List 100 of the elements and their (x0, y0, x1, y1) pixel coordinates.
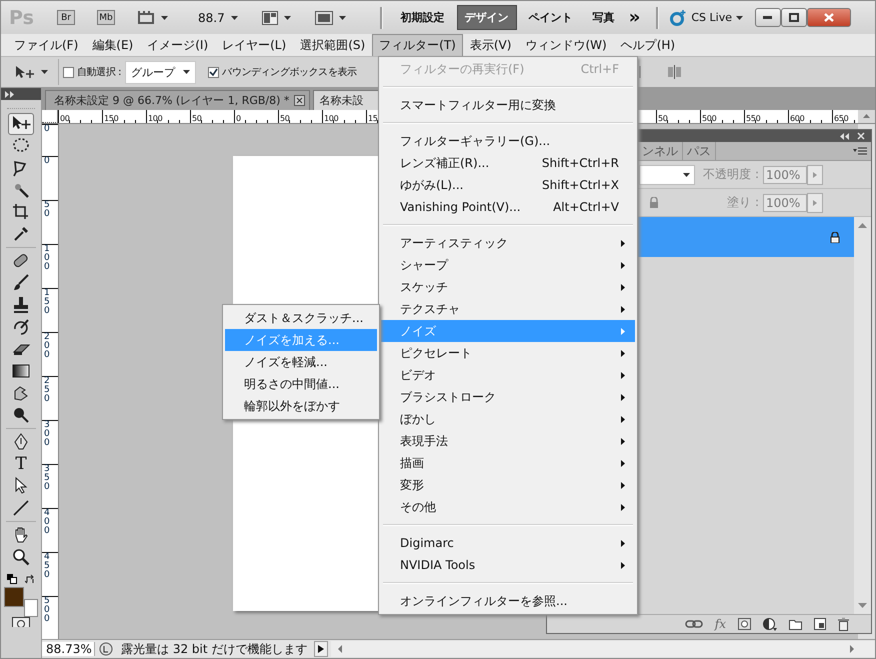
slider-toggle-icon[interactable] (807, 192, 823, 212)
default-colors-icon[interactable] (7, 574, 17, 584)
swap-colors-icon[interactable] (25, 574, 35, 584)
menu-item[interactable]: NVIDIA Tools (381, 554, 635, 576)
menu-item[interactable]: 表示(V) (462, 34, 518, 56)
menu-item[interactable]: ウィンドウ(W) (518, 34, 614, 56)
submenu-arrow-icon (621, 416, 625, 422)
menu-item[interactable]: ゆがみ(L)... Shift+Ctrl+X (381, 174, 635, 196)
status-text: 露光量は 32 bit だけで機能します (120, 640, 308, 658)
panel-menu-icon[interactable] (853, 146, 867, 156)
menu-item[interactable]: レンズ補正(R)... Shift+Ctrl+R (381, 152, 635, 174)
menu-item[interactable]: 表現手法 (381, 430, 635, 452)
menu-item-label: ピクセレート (400, 344, 473, 362)
horizontal-scrollbar[interactable] (331, 641, 875, 657)
close-button[interactable] (806, 8, 851, 27)
close-icon (824, 13, 834, 22)
auto-select-dropdown[interactable]: グループ (125, 60, 196, 84)
menu-item[interactable]: レイヤー(L) (215, 34, 294, 56)
menu-item[interactable]: イメージ(I) (140, 34, 216, 56)
close-icon[interactable] (294, 95, 306, 106)
document-info-icon[interactable] (98, 641, 114, 657)
menu-item[interactable]: ファイル(F) (7, 34, 86, 56)
workspace-button[interactable]: 写真 (584, 5, 623, 30)
quick-mask-icon[interactable] (12, 617, 30, 627)
blend-mode-dropdown[interactable] (639, 164, 695, 184)
cs-live-button[interactable]: CS Live (669, 8, 743, 26)
menu-item[interactable]: ダスト＆スクラッチ... (225, 307, 377, 329)
status-menu-icon[interactable] (314, 641, 328, 657)
tool-button[interactable] (8, 113, 34, 135)
scrollbar[interactable] (854, 217, 871, 614)
menu-item-label: テクスチャ (400, 300, 461, 318)
workspace-button[interactable]: デザイン (456, 5, 517, 30)
minimize-button[interactable] (754, 8, 781, 27)
slider-toggle-icon[interactable] (807, 164, 823, 184)
scroll-down-icon (858, 603, 867, 608)
menu-item[interactable]: Digimarc (381, 532, 635, 554)
menu-item[interactable]: シャープ (381, 254, 635, 276)
scroll-up-icon[interactable] (858, 110, 875, 123)
ruler-label: 100 (44, 245, 50, 272)
menu-item-label: ぼかし (400, 410, 437, 428)
panel-tab[interactable]: パス (683, 142, 716, 160)
menu-item[interactable]: 描画 (381, 452, 635, 474)
more-workspaces-button[interactable]: » (628, 7, 640, 28)
checkbox[interactable] (63, 66, 74, 78)
ruler-label: 15 (367, 114, 378, 123)
menu-item[interactable]: 輪郭以外をぼかす (225, 395, 377, 417)
menu-item[interactable]: フィルター(T) (372, 34, 463, 56)
workspace-button[interactable]: 初期設定 (392, 5, 453, 30)
menu-item[interactable]: ぼかし (381, 408, 635, 430)
menu-item[interactable]: テクスチャ (381, 298, 635, 320)
opacity-field[interactable]: 100% (763, 166, 807, 184)
background-color-swatch[interactable] (24, 599, 38, 617)
ruler-origin[interactable] (42, 110, 58, 123)
menu-item[interactable]: オンラインフィルターを参照... (381, 590, 635, 612)
ruler-label: 100 (323, 114, 338, 123)
brush-icon (11, 273, 31, 293)
ruler-label: 100 (147, 114, 162, 123)
menu-item[interactable]: 選択範囲(S) (293, 34, 372, 56)
type-tool-button[interactable]: T (8, 453, 34, 475)
menu-item[interactable]: その他 (381, 496, 635, 518)
zoom-field[interactable]: 88.73% (42, 642, 95, 656)
new-layer-icon[interactable] (814, 618, 826, 630)
menu-item[interactable]: フィルターギャラリー(G)... (381, 130, 635, 152)
layer-style-button[interactable]: fx (714, 617, 726, 631)
menu-item[interactable]: ビデオ (381, 364, 635, 386)
menu-item[interactable]: 変形 (381, 474, 635, 496)
mask-icon[interactable] (738, 618, 751, 630)
link-icon[interactable] (684, 619, 703, 629)
menu-item[interactable]: ブラシストローク (381, 386, 635, 408)
fill-field[interactable]: 100% (763, 194, 807, 212)
arrange-documents-button[interactable] (262, 10, 291, 24)
menu-item[interactable]: ノイズを軽減... (225, 351, 377, 373)
maximize-button[interactable] (780, 8, 807, 27)
ruler-label: 200 (44, 333, 50, 360)
menu-item[interactable]: Vanishing Point(V)... Alt+Ctrl+V (381, 196, 635, 218)
menu-item[interactable]: アーティスティック (381, 232, 635, 254)
workspace-button[interactable]: ペイント (520, 5, 581, 30)
submenu-arrow-icon (621, 306, 625, 312)
expand-icon[interactable] (5, 90, 14, 98)
launch-button[interactable]: Br (57, 10, 75, 25)
zoom-level-button[interactable]: 88.7 (192, 10, 238, 24)
tool-preset-button[interactable] (15, 65, 48, 79)
menu-item[interactable]: ヘルプ(H) (614, 34, 682, 56)
launch-button[interactable]: Mb (97, 10, 115, 25)
screen-mode-button[interactable] (314, 10, 346, 24)
menu-item[interactable]: ピクセレート (381, 342, 635, 364)
menu-item[interactable]: スケッチ (381, 276, 635, 298)
menu-item[interactable]: 明るさの中間値... (225, 373, 377, 395)
menu-item[interactable]: 編集(E) (85, 34, 140, 56)
folder-icon[interactable] (789, 618, 802, 630)
submenu-arrow-icon (621, 438, 625, 444)
ruler-label: 0 (44, 125, 50, 134)
view-extras-button[interactable] (137, 10, 168, 24)
checkbox[interactable] (208, 66, 220, 78)
distribute-icon[interactable] (666, 65, 683, 79)
foreground-color-swatch[interactable] (4, 587, 24, 607)
trash-icon[interactable] (838, 618, 849, 630)
document-tab[interactable]: 名称未設定 9 @ 66.7% (レイヤー 1, RGB/8) * (45, 90, 310, 110)
adjustment-icon[interactable] (763, 618, 777, 630)
collapse-icon[interactable] (840, 132, 849, 140)
